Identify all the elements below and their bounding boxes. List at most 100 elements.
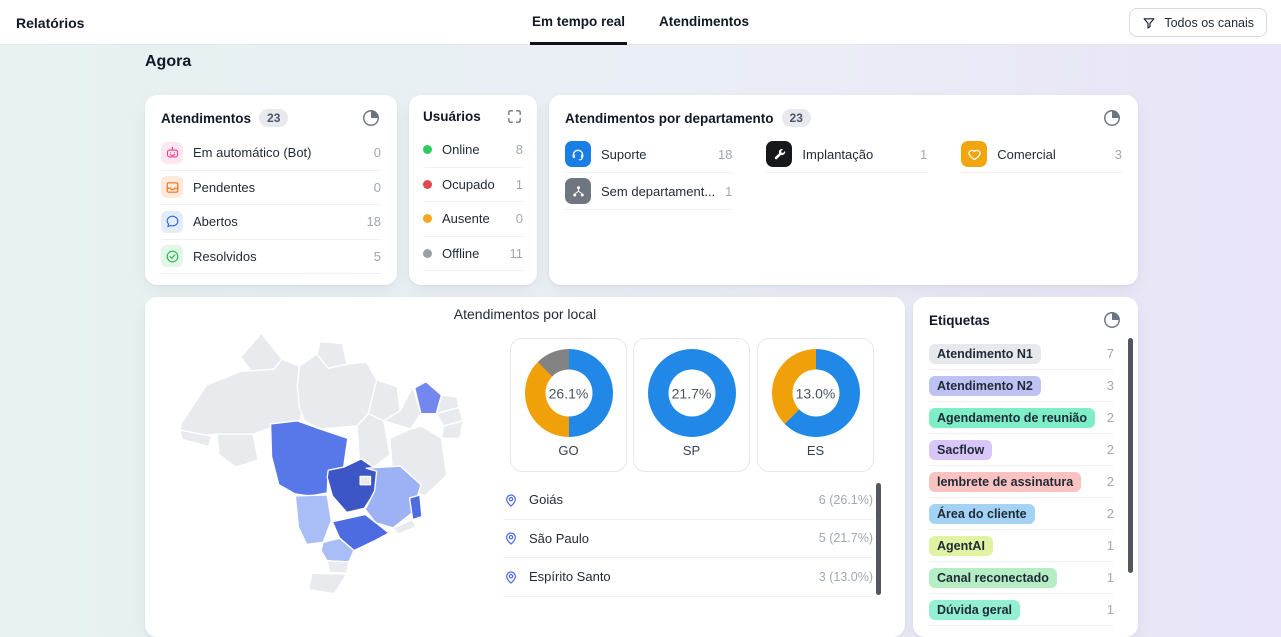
status-dot xyxy=(423,214,432,223)
card-departamentos-title: Atendimentos por departamento xyxy=(565,111,774,126)
department-item: Suporte18 xyxy=(565,136,732,173)
wrench-icon xyxy=(766,141,792,167)
heart-icon xyxy=(961,141,987,167)
tag-pill: Atendimento N2 xyxy=(929,376,1041,396)
org-icon xyxy=(565,178,591,204)
tag-pill: Dúvida geral xyxy=(929,600,1020,620)
location-row: Espírito Santo3 (13.0%) xyxy=(503,558,873,597)
donut-chart: 13.0% xyxy=(772,349,860,437)
donut-percent: 13.0% xyxy=(792,370,839,417)
map-state-espírito-santo[interactable] xyxy=(410,495,422,520)
tag-row: Atendimento N2 3 xyxy=(929,370,1114,402)
status-dot xyxy=(423,249,432,258)
map-state-rondônia xyxy=(217,434,258,467)
expand-icon[interactable] xyxy=(506,108,523,125)
departamentos-total-badge: 23 xyxy=(782,109,811,127)
donut-percent: 26.1% xyxy=(545,370,592,417)
location-value: 3 (13.0%) xyxy=(819,570,873,584)
brazil-map xyxy=(155,323,485,603)
tag-pill: Atendimento N1 xyxy=(929,344,1041,364)
map-state-distrito-federal xyxy=(360,476,370,484)
tag-row: lembrete de assinatura2 xyxy=(929,466,1114,498)
stat-row: Pendentes0 xyxy=(161,171,381,206)
stat-row: Abertos 18 xyxy=(161,205,381,240)
status-label: Offline xyxy=(442,246,479,261)
card-local-title: Atendimentos por local xyxy=(145,306,905,322)
donut-percent: 21.7% xyxy=(668,370,715,417)
tag-count: 1 xyxy=(1107,570,1114,585)
tag-pill: Área do cliente xyxy=(929,504,1035,524)
card-etiquetas: Etiquetas Atendimento N1 7 Atendimento N2 3… xyxy=(913,297,1138,637)
chat-bubble-icon xyxy=(161,211,183,233)
department-item: Sem departament...1 xyxy=(565,173,732,210)
department-item: Comercial 3 xyxy=(961,136,1122,173)
donut-card-es: 13.0% ES xyxy=(757,338,874,472)
department-item: Implantação1 xyxy=(766,136,927,173)
tab-atendimentos[interactable]: Atendimentos xyxy=(657,0,751,45)
status-value: 11 xyxy=(510,246,524,261)
donut-card-go: 26.1% GO xyxy=(510,338,627,472)
etiquetas-scrollbar[interactable] xyxy=(1128,338,1133,573)
tag-row: Atendimento N1 7 xyxy=(929,338,1114,370)
status-dot xyxy=(423,145,432,154)
user-status-row: Ausente0 xyxy=(423,202,523,237)
user-status-row: Offline 11 xyxy=(423,237,523,272)
stat-value: 18 xyxy=(367,214,381,229)
tag-pill: Agendamento de reunião xyxy=(929,408,1095,428)
map-pin-icon xyxy=(503,569,519,585)
donut-card-sp: 21.7%SP xyxy=(633,338,750,472)
stat-label: Em automático (Bot) xyxy=(193,145,312,160)
tag-row: Sacflow2 xyxy=(929,434,1114,466)
tag-row: Agendamento de reunião 2 xyxy=(929,402,1114,434)
map-state-santa-catarina xyxy=(327,561,349,573)
status-label: Ocupado xyxy=(442,177,495,192)
card-etiquetas-title: Etiquetas xyxy=(929,313,990,328)
map-pin-icon xyxy=(503,530,519,546)
tab-bar: Em tempo real Atendimentos xyxy=(0,0,1281,45)
stat-value: 5 xyxy=(374,249,381,264)
map-pin-icon xyxy=(503,492,519,508)
department-value: 3 xyxy=(1115,147,1122,162)
stat-label: Resolvidos xyxy=(193,249,257,264)
card-local: Atendimentos por local 26.1%GO21.7%SP13.… xyxy=(145,297,905,637)
map-state-mato-grosso-do-sul[interactable] xyxy=(295,495,331,544)
location-value: 5 (21.7%) xyxy=(819,531,873,545)
user-status-row: Ocupado 1 xyxy=(423,168,523,203)
tag-row: AgentAI1 xyxy=(929,530,1114,562)
status-value: 1 xyxy=(516,177,523,192)
donut-label: ES xyxy=(807,443,824,458)
tag-count: 7 xyxy=(1107,346,1114,361)
tag-count: 2 xyxy=(1107,474,1114,489)
map-state-rio-grande-do-sul xyxy=(309,573,347,594)
stat-value: 0 xyxy=(374,145,381,160)
location-row: Goiás6 (26.1%) xyxy=(503,481,873,520)
location-label: Goiás xyxy=(529,492,563,507)
donut-label: GO xyxy=(558,443,578,458)
card-departamentos: Atendimentos por departamento 23 Suporte… xyxy=(549,95,1138,285)
tag-count: 2 xyxy=(1107,410,1114,425)
top-bar: Relatórios Em tempo realAtendimentos Tod… xyxy=(0,0,1281,45)
status-value: 8 xyxy=(516,142,523,157)
inbox-icon xyxy=(161,176,183,198)
stat-value: 0 xyxy=(374,180,381,195)
card-usuarios: Usuários Online8Ocupado1Ausente0Offline1… xyxy=(409,95,537,285)
location-label: São Paulo xyxy=(529,531,589,546)
local-list-scrollbar[interactable] xyxy=(876,483,881,595)
department-label: Comercial xyxy=(997,147,1056,162)
tag-count: 3 xyxy=(1107,378,1114,393)
stat-label: Abertos xyxy=(193,214,238,229)
check-circle-icon xyxy=(161,245,183,267)
tag-pill: AgentAI xyxy=(929,536,993,556)
status-dot xyxy=(423,180,432,189)
tag-count: 2 xyxy=(1107,506,1114,521)
tag-pill: Canal reconectado xyxy=(929,568,1057,588)
location-row: São Paulo 5 (21.7%) xyxy=(503,520,873,559)
department-label: Implantação xyxy=(802,147,873,162)
channel-filter-button[interactable]: Todos os canais xyxy=(1129,8,1267,37)
tag-count: 1 xyxy=(1107,602,1114,617)
tab-em-tempo-real[interactable]: Em tempo real xyxy=(530,0,627,45)
tag-row: Canal reconectado 1 xyxy=(929,562,1114,594)
pie-clock-icon xyxy=(1102,108,1122,128)
map-state-roraima xyxy=(241,333,282,371)
user-status-row: Online8 xyxy=(423,133,523,168)
